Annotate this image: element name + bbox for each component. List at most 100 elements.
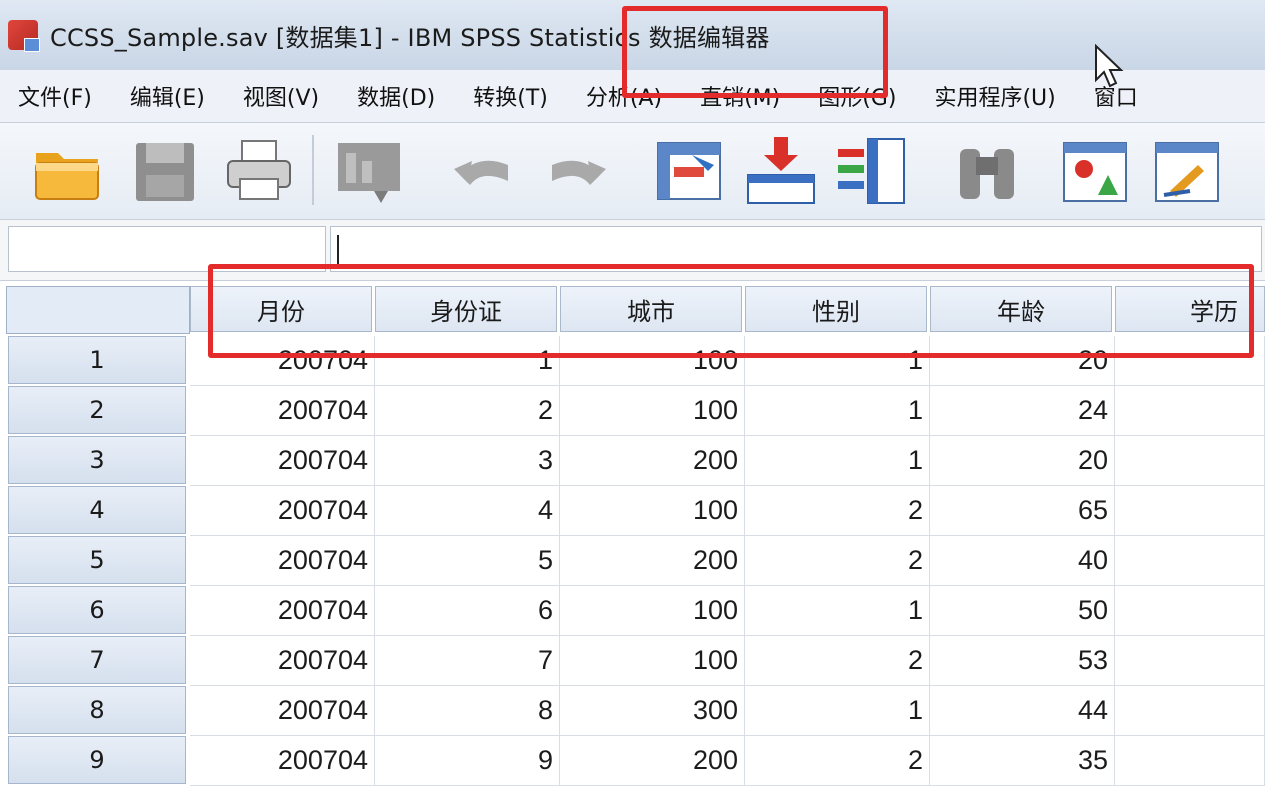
grid-corner[interactable] [6,286,190,334]
save-icon[interactable] [128,135,202,207]
table-cell[interactable]: 1 [745,336,930,386]
table-cell[interactable]: 200 [560,436,745,486]
table-cell[interactable]: 1 [745,586,930,636]
table-cell[interactable]: 6 [375,586,560,636]
table-cell[interactable]: 200 [560,736,745,786]
goto-variable-icon[interactable] [744,135,818,207]
table-cell[interactable]: 1 [745,386,930,436]
table-cell[interactable]: 2 [745,636,930,686]
table-cell[interactable]: 100 [560,386,745,436]
table-cell[interactable]: 200704 [190,386,375,436]
print-icon[interactable] [222,135,296,207]
menu-bar: 文件(F) 编辑(E) 视图(V) 数据(D) 转换(T) 分析(A) 直销(M… [0,70,1265,123]
table-cell[interactable]: 5 [375,536,560,586]
table-cell[interactable]: 2 [375,386,560,436]
table-cell[interactable]: 44 [930,686,1115,736]
table-cell[interactable]: 35 [930,736,1115,786]
cell-value-field[interactable] [330,226,1262,272]
row-number[interactable]: 2 [8,386,186,434]
table-cell[interactable]: 200704 [190,486,375,536]
column-header[interactable]: 年龄 [930,286,1112,332]
table-cell[interactable]: 1 [745,436,930,486]
table-cell[interactable]: 3 [375,436,560,486]
menu-analyze[interactable]: 分析(A) [568,80,662,112]
table-cell[interactable]: 4 [375,486,560,536]
table-cell[interactable]: 40 [930,536,1115,586]
table-cell[interactable]: 100 [560,636,745,686]
variables-icon[interactable] [834,135,908,207]
table-cell[interactable]: 200704 [190,536,375,586]
table-cell[interactable]: 200704 [190,686,375,736]
table-cell[interactable]: 24 [930,386,1115,436]
menu-data[interactable]: 数据(D) [339,80,435,112]
table-cell[interactable]: 2 [745,736,930,786]
table-cell[interactable] [1115,486,1265,536]
column-header[interactable]: 性别 [745,286,927,332]
menu-utilities[interactable]: 实用程序(U) [916,80,1055,112]
table-cell[interactable]: 100 [560,486,745,536]
column-header[interactable]: 学历 [1115,286,1265,332]
cell-reference-field[interactable] [8,226,326,272]
table-cell[interactable]: 2 [745,536,930,586]
row-number[interactable]: 7 [8,636,186,684]
table-cell[interactable] [1115,336,1265,386]
menu-edit[interactable]: 编辑(E) [112,80,205,112]
recall-dialog-icon[interactable] [332,135,406,207]
menu-direct-marketing[interactable]: 直销(M) [682,80,780,112]
table-cell[interactable]: 1 [375,336,560,386]
table-cell[interactable]: 7 [375,636,560,686]
table-cell[interactable]: 2 [745,486,930,536]
table-cell[interactable]: 200704 [190,436,375,486]
table-cell[interactable] [1115,436,1265,486]
row-number[interactable]: 4 [8,486,186,534]
table-cell[interactable]: 200704 [190,736,375,786]
table-cell[interactable] [1115,386,1265,436]
table-cell[interactable] [1115,636,1265,686]
table-cell[interactable] [1115,736,1265,786]
row-number[interactable]: 8 [8,686,186,734]
table-cell[interactable]: 20 [930,436,1115,486]
cell-editor-bar [0,220,1265,281]
table-cell[interactable] [1115,686,1265,736]
find-icon[interactable] [950,135,1024,207]
table-cell[interactable]: 100 [560,586,745,636]
split-file-icon[interactable] [1150,135,1224,207]
table-cell[interactable]: 50 [930,586,1115,636]
column-header[interactable]: 身份证 [375,286,557,332]
redo-icon[interactable] [538,135,612,207]
row-number[interactable]: 1 [8,336,186,384]
row-number[interactable]: 5 [8,536,186,584]
insert-cases-icon[interactable] [1058,135,1132,207]
table-cell[interactable]: 200 [560,536,745,586]
undo-icon[interactable] [448,135,522,207]
table-cell[interactable]: 200704 [190,636,375,686]
open-folder-icon[interactable] [30,135,104,207]
text-caret [337,235,339,265]
table-cell[interactable]: 200704 [190,336,375,386]
table-cell[interactable]: 53 [930,636,1115,686]
table-cell[interactable]: 1 [745,686,930,736]
menu-file[interactable]: 文件(F) [0,80,92,112]
table-cell[interactable]: 20 [930,336,1115,386]
table-cell[interactable]: 100 [560,336,745,386]
row-number[interactable]: 6 [8,586,186,634]
table-cell[interactable]: 300 [560,686,745,736]
row-number[interactable]: 3 [8,436,186,484]
spss-app-icon[interactable] [8,20,38,50]
table-cell[interactable]: 200704 [190,586,375,636]
menu-view[interactable]: 视图(V) [225,80,319,112]
table-cell[interactable] [1115,536,1265,586]
title-bar: CCSS_Sample.sav [数据集1] - IBM SPSS Statis… [0,0,1265,70]
row-number[interactable]: 9 [8,736,186,784]
table-cell[interactable]: 8 [375,686,560,736]
table-cell[interactable]: 65 [930,486,1115,536]
menu-graphs[interactable]: 图形(G) [800,80,896,112]
table-cell[interactable]: 9 [375,736,560,786]
table-cell[interactable] [1115,586,1265,636]
column-header[interactable]: 月份 [190,286,372,332]
column-header[interactable]: 城市 [560,286,742,332]
goto-case-icon[interactable] [652,135,726,207]
menu-transform[interactable]: 转换(T) [455,80,548,112]
toolbar [0,123,1265,220]
table-row: 72007047100253 [0,636,1265,686]
